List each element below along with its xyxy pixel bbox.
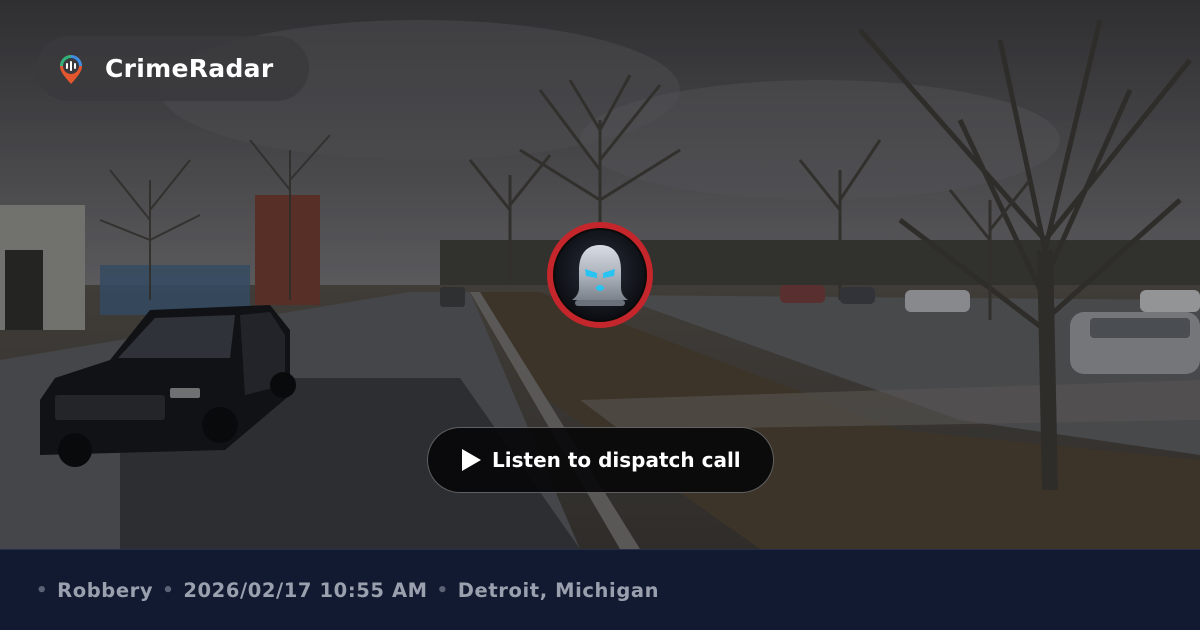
incident-meta-bar: • Robbery • 2026/02/17 10:55 AM • Detroi… <box>0 549 1200 630</box>
brand-name: CrimeRadar <box>105 54 274 83</box>
masked-robber-icon <box>572 245 628 306</box>
play-icon <box>462 449 481 471</box>
incident-datetime: 2026/02/17 10:55 AM <box>183 578 428 602</box>
incident-avatar <box>547 222 653 328</box>
avatar-inner <box>553 228 647 322</box>
listen-dispatch-button[interactable]: Listen to dispatch call <box>427 427 774 493</box>
listen-dispatch-label: Listen to dispatch call <box>492 448 741 472</box>
radar-pin-icon <box>60 54 82 84</box>
separator-dot: • <box>36 579 49 601</box>
brand-badge[interactable]: CrimeRadar <box>36 36 309 101</box>
separator-dot: • <box>436 579 449 601</box>
separator-dot: • <box>162 579 175 601</box>
incident-location: Detroit, Michigan <box>457 578 660 602</box>
incident-category: Robbery <box>57 578 154 602</box>
